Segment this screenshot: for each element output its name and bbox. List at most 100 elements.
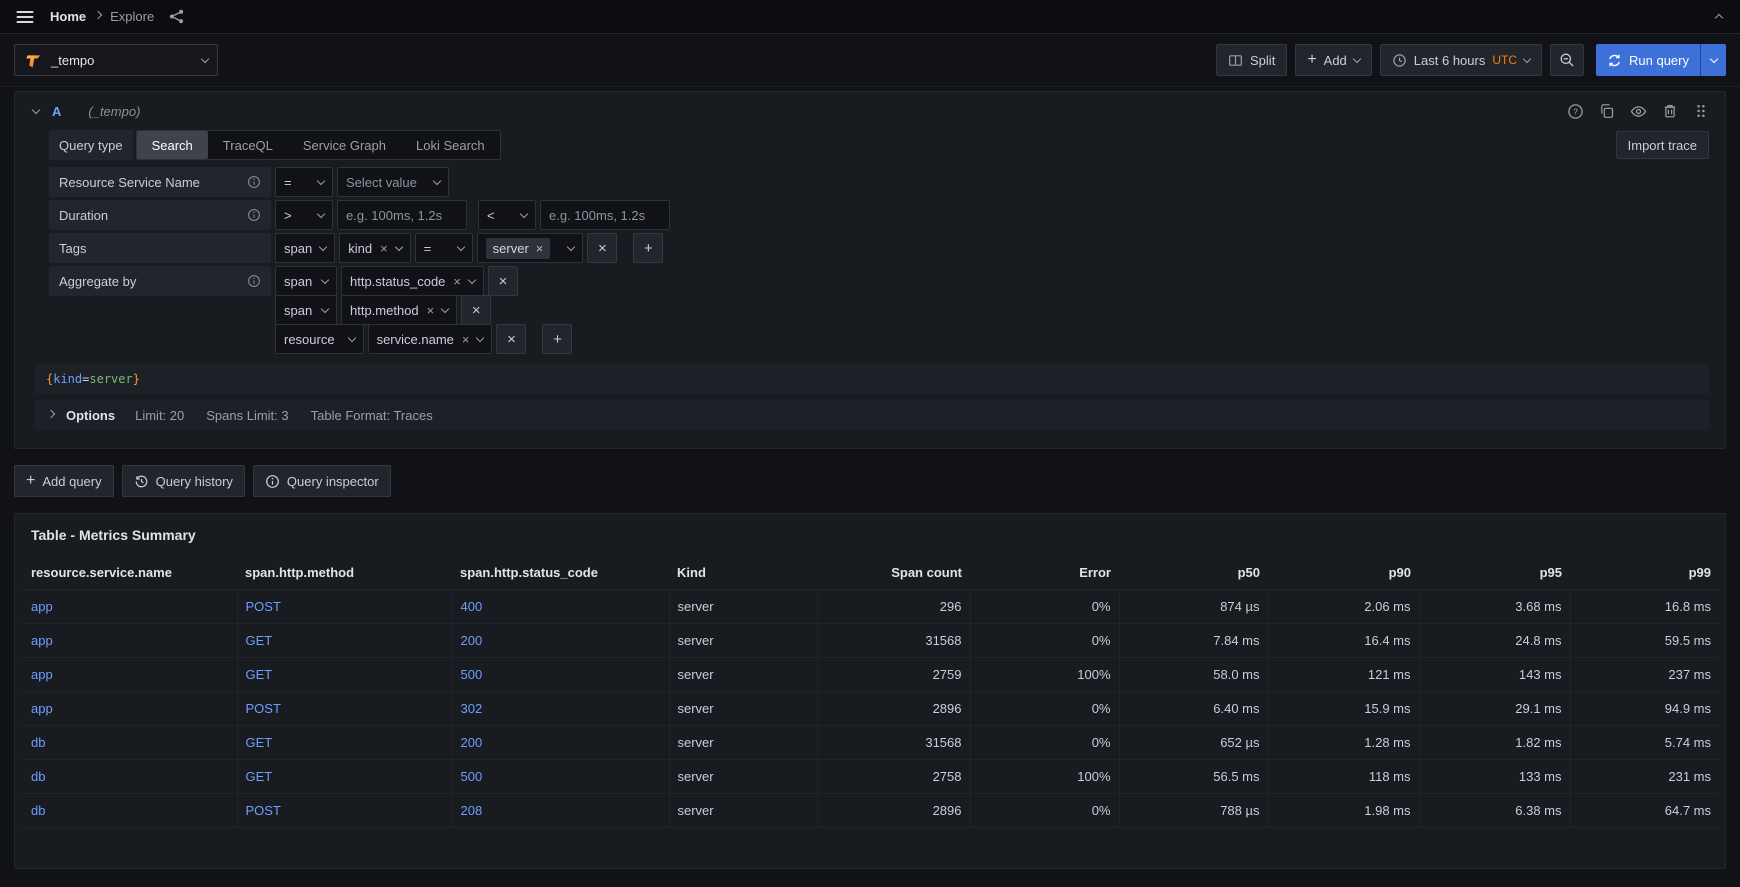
datasource-picker[interactable]: _tempo xyxy=(14,44,218,76)
query-ref-id[interactable]: A xyxy=(52,104,61,119)
metrics-table-body: appPOST400server2960%874 µs2.06 ms3.68 m… xyxy=(23,589,1719,827)
aggregate-scope-select[interactable]: resource xyxy=(275,324,364,354)
aggregate-attribute-select[interactable]: http.status_code× xyxy=(341,266,484,296)
column-header[interactable]: p90 xyxy=(1268,557,1419,589)
duration-max-input[interactable] xyxy=(540,200,670,230)
table-link-cell[interactable]: 302 xyxy=(452,691,669,725)
plus-icon: + xyxy=(26,473,35,489)
tab-traceql[interactable]: TraceQL xyxy=(208,131,288,159)
import-trace-button[interactable]: Import trace xyxy=(1616,131,1709,159)
table-link-cell[interactable]: app xyxy=(23,589,237,623)
zoom-out-button[interactable] xyxy=(1550,44,1584,76)
column-header[interactable]: span.http.status_code xyxy=(452,557,669,589)
info-icon[interactable] xyxy=(247,208,261,222)
aggregate-scope-select[interactable]: span xyxy=(275,295,337,325)
help-icon[interactable]: ? xyxy=(1565,101,1586,122)
run-query-dropdown-toggle[interactable] xyxy=(1700,44,1726,76)
service-name-operator-select[interactable]: = xyxy=(275,167,333,197)
table-link-cell[interactable]: db xyxy=(23,725,237,759)
column-header[interactable]: resource.service.name xyxy=(23,557,237,589)
column-header[interactable]: p99 xyxy=(1570,557,1719,589)
breadcrumb-explore[interactable]: Explore xyxy=(110,9,154,24)
split-button[interactable]: Split xyxy=(1216,44,1287,76)
share-icon[interactable] xyxy=(166,6,187,27)
remove-aggregate-button[interactable]: × xyxy=(461,295,491,325)
table-link-cell[interactable]: 500 xyxy=(452,657,669,691)
table-cell: 3.68 ms xyxy=(1419,589,1570,623)
delete-query-trash-icon[interactable] xyxy=(1660,101,1680,121)
table-link-cell[interactable]: 200 xyxy=(452,725,669,759)
table-cell: 652 µs xyxy=(1119,725,1268,759)
add-aggregate-button[interactable]: + xyxy=(542,324,572,354)
duration-max-operator-select[interactable]: < xyxy=(478,200,536,230)
aggregate-scope-select[interactable]: span xyxy=(275,266,337,296)
tag-operator-select[interactable]: = xyxy=(415,233,473,263)
duration-min-operator-select[interactable]: > xyxy=(275,200,333,230)
column-header[interactable]: Error xyxy=(970,557,1119,589)
aggregate-by-label: Aggregate by xyxy=(49,266,271,296)
clear-icon[interactable]: × xyxy=(427,304,435,317)
column-header[interactable]: span.http.method xyxy=(237,557,452,589)
tag-value-select[interactable]: server× xyxy=(477,233,584,263)
table-link-cell[interactable]: 208 xyxy=(452,793,669,827)
column-header[interactable]: Kind xyxy=(669,557,817,589)
remove-aggregate-button[interactable]: × xyxy=(496,324,526,354)
table-link-cell[interactable]: app xyxy=(23,657,237,691)
drag-handle-icon[interactable] xyxy=(1691,101,1711,121)
add-button[interactable]: + Add xyxy=(1295,44,1371,76)
table-link-cell[interactable]: 500 xyxy=(452,759,669,793)
table-link-cell[interactable]: GET xyxy=(237,657,452,691)
time-range-picker[interactable]: Last 6 hours UTC xyxy=(1380,44,1542,76)
collapse-query-icon[interactable] xyxy=(32,105,40,113)
aggregate-attribute-select[interactable]: http.method× xyxy=(341,295,457,325)
remove-aggregate-button[interactable]: × xyxy=(488,266,518,296)
datasource-name: _tempo xyxy=(51,53,94,68)
column-header[interactable]: p95 xyxy=(1419,557,1570,589)
table-link-cell[interactable]: db xyxy=(23,793,237,827)
query-history-button[interactable]: Query history xyxy=(122,465,245,497)
info-icon[interactable] xyxy=(247,274,261,288)
tag-name-select[interactable]: kind× xyxy=(339,233,410,263)
duplicate-query-icon[interactable] xyxy=(1597,101,1617,121)
column-header[interactable]: Span count xyxy=(817,557,970,589)
query-inspector-button[interactable]: Query inspector xyxy=(253,465,391,497)
table-link-cell[interactable]: app xyxy=(23,691,237,725)
table-link-cell[interactable]: POST xyxy=(237,589,452,623)
table-link-cell[interactable]: GET xyxy=(237,725,452,759)
tab-service-graph[interactable]: Service Graph xyxy=(288,131,401,159)
duration-min-input[interactable] xyxy=(337,200,467,230)
table-link-cell[interactable]: 200 xyxy=(452,623,669,657)
table-cell: 64.7 ms xyxy=(1570,793,1719,827)
column-header[interactable]: p50 xyxy=(1119,557,1268,589)
table-link-cell[interactable]: db xyxy=(23,759,237,793)
clear-icon[interactable]: × xyxy=(462,333,470,346)
run-query-button[interactable]: Run query xyxy=(1596,44,1700,76)
toggle-visibility-eye-icon[interactable] xyxy=(1628,101,1649,122)
tab-search[interactable]: Search xyxy=(137,131,208,159)
breadcrumb-home[interactable]: Home xyxy=(50,9,86,24)
clear-icon[interactable]: × xyxy=(380,242,388,255)
table-cell: 0% xyxy=(970,623,1119,657)
add-tag-filter-button[interactable]: + xyxy=(633,233,663,263)
table-link-cell[interactable]: GET xyxy=(237,623,452,657)
table-link-cell[interactable]: POST xyxy=(237,691,452,725)
tags-label: Tags xyxy=(49,233,271,263)
menu-toggle-icon[interactable] xyxy=(12,4,38,30)
tab-loki-search[interactable]: Loki Search xyxy=(401,131,500,159)
query-history-label: Query history xyxy=(156,474,233,489)
remove-tag-filter-button[interactable]: × xyxy=(587,233,617,263)
aggregate-attribute-select[interactable]: service.name× xyxy=(368,324,493,354)
tag-scope-select[interactable]: span xyxy=(275,233,335,263)
collapse-up-icon[interactable] xyxy=(1710,5,1728,28)
options-collapse-row[interactable]: Options Limit: 20 Spans Limit: 3 Table F… xyxy=(35,400,1709,430)
table-link-cell[interactable]: GET xyxy=(237,759,452,793)
add-query-button[interactable]: + Add query xyxy=(14,465,114,497)
table-link-cell[interactable]: 400 xyxy=(452,589,669,623)
table-link-cell[interactable]: POST xyxy=(237,793,452,827)
info-icon[interactable] xyxy=(247,175,261,189)
table-cell: 788 µs xyxy=(1119,793,1268,827)
remove-value-icon[interactable]: × xyxy=(536,242,544,255)
service-name-value-select[interactable]: Select value xyxy=(337,167,449,197)
clear-icon[interactable]: × xyxy=(453,275,461,288)
table-link-cell[interactable]: app xyxy=(23,623,237,657)
